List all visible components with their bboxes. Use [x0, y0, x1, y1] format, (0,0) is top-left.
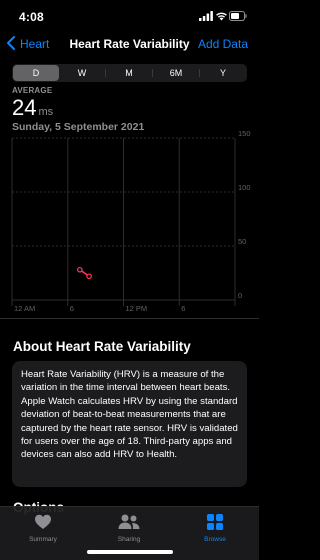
x-tick-label: 12 PM — [126, 304, 148, 313]
tab-sharing-label: Sharing — [117, 536, 141, 543]
grid-icon — [207, 514, 223, 530]
segment-six-months[interactable]: 6M — [153, 65, 199, 81]
back-button[interactable]: Heart — [6, 35, 49, 53]
wifi-icon — [216, 12, 227, 21]
time-range-segmented-control: D W M 6M Y — [12, 64, 247, 82]
tab-browse[interactable]: Browse — [172, 513, 258, 547]
segment-year[interactable]: Y — [200, 65, 246, 81]
y-tick-label: 100 — [238, 183, 251, 192]
tab-sharing[interactable]: Sharing — [86, 513, 172, 547]
about-section-title: About Heart Rate Variability — [13, 339, 191, 354]
chevron-left-icon — [7, 36, 15, 50]
y-tick-label: 50 — [238, 237, 246, 246]
about-body-text: Heart Rate Variability (HRV) is a measur… — [21, 369, 238, 461]
section-divider — [0, 318, 259, 319]
x-tick-label: 6 — [181, 304, 185, 313]
cellular-signal-icon — [199, 11, 213, 21]
hrv-chart[interactable]: 150 100 50 0 12 AM 6 12 PM 6 — [0, 130, 259, 316]
average-value: 24 — [12, 95, 37, 120]
segment-month[interactable]: M — [106, 65, 152, 81]
people-icon — [118, 514, 140, 529]
battery-icon — [229, 11, 247, 21]
home-indicator — [87, 550, 173, 554]
health-app-screen: 4:08 Heart Heart Rate Variability Add Da… — [0, 0, 259, 560]
status-time: 4:08 — [19, 10, 44, 24]
segment-week[interactable]: W — [59, 65, 105, 81]
tab-summary[interactable]: Summary — [0, 513, 86, 547]
data-point — [86, 273, 92, 280]
segment-day[interactable]: D — [13, 65, 59, 81]
add-data-button[interactable]: Add Data — [198, 35, 248, 53]
about-card: Heart Rate Variability (HRV) is a measur… — [12, 361, 247, 487]
average-label: AVERAGE — [12, 86, 53, 95]
navigation-bar: Heart Heart Rate Variability Add Data — [0, 33, 259, 55]
average-unit: ms — [38, 106, 54, 118]
y-tick-label: 150 — [238, 130, 251, 138]
tab-summary-label: Summary — [29, 536, 57, 543]
data-point — [77, 266, 83, 273]
status-bar: 4:08 — [0, 0, 259, 30]
x-tick-label: 6 — [70, 304, 74, 313]
back-button-label: Heart — [20, 37, 50, 51]
tab-browse-label: Browse — [204, 536, 226, 543]
x-tick-label: 12 AM — [14, 304, 35, 313]
heart-icon — [35, 514, 51, 529]
y-tick-label: 0 — [238, 291, 242, 300]
